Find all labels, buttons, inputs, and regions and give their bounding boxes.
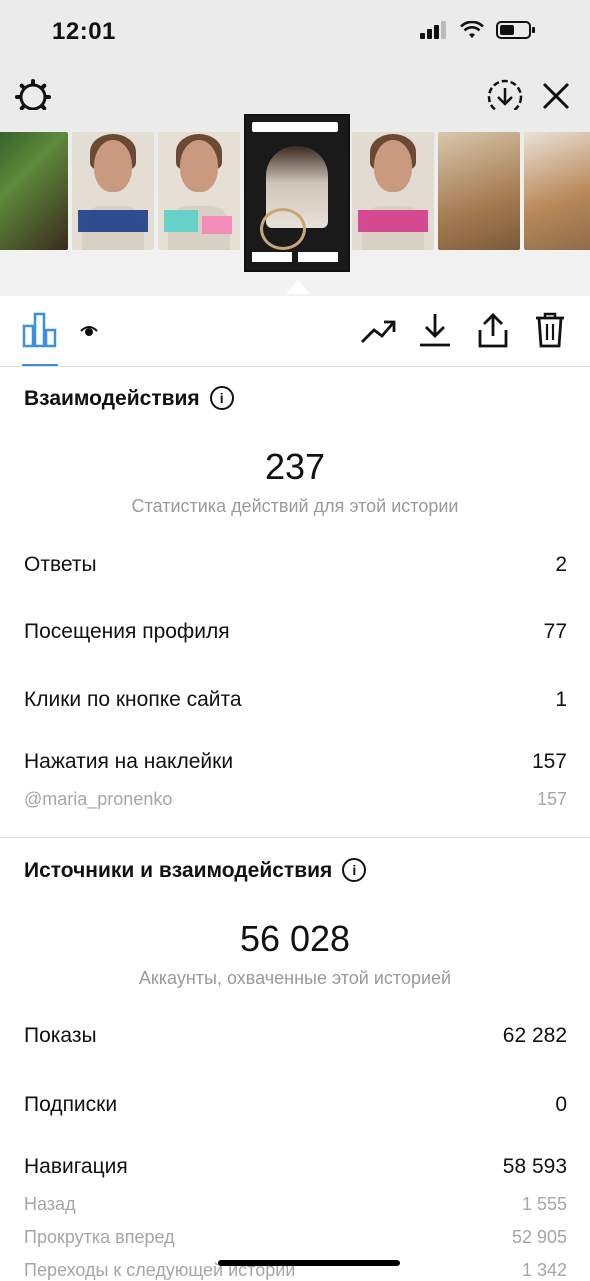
stat-label: Прокрутка вперед: [24, 1227, 175, 1247]
discovery-total: 56 028: [239, 918, 351, 959]
stat-value: 0: [555, 1093, 567, 1116]
stat-label: Подписки: [24, 1093, 118, 1116]
info-icon[interactable]: i: [342, 858, 367, 882]
status-bar: 12:01: [0, 0, 590, 66]
close-icon[interactable]: [540, 80, 572, 112]
selected-pointer: [286, 280, 310, 294]
stat-row-impressions: Показы 62 282: [24, 1024, 567, 1048]
story-thumbnail[interactable]: [0, 132, 68, 250]
stat-row-website-clicks: Клики по кнопке сайта 1: [24, 688, 567, 712]
insights-toolbar: [0, 296, 590, 367]
section-divider: [0, 837, 590, 838]
interactions-caption: Статистика действий для этой истории: [131, 496, 459, 516]
wifi-icon: [460, 21, 484, 38]
status-icons: [420, 20, 536, 40]
status-time: 12:01: [52, 18, 116, 45]
home-indicator[interactable]: [218, 1260, 400, 1266]
stat-label: Клики по кнопке сайта: [24, 688, 242, 711]
trending-icon[interactable]: [360, 316, 398, 346]
download-icon[interactable]: [418, 312, 452, 348]
stat-row-replies: Ответы 2: [24, 553, 567, 577]
eye-icon[interactable]: [80, 324, 98, 338]
stat-label: Показы: [24, 1024, 97, 1047]
selected-story-thumbnail[interactable]: [244, 114, 350, 272]
battery-icon: [496, 21, 535, 39]
stat-label: Навигация: [24, 1155, 128, 1178]
stat-subrow-forward: Прокрутка вперед 52 905: [24, 1227, 567, 1248]
stat-subrow-mention[interactable]: @maria_pronenko 157: [24, 789, 567, 810]
stat-label: Нажатия на наклейки: [24, 750, 234, 773]
active-tab-indicator: [22, 364, 58, 366]
stat-row-navigation: Навигация 58 593: [24, 1155, 567, 1179]
stat-value: 1 555: [521, 1194, 567, 1214]
bar-chart-icon[interactable]: [22, 312, 58, 348]
discovery-caption: Аккаунты, охваченные этой историей: [138, 968, 452, 988]
info-icon[interactable]: i: [209, 386, 234, 410]
interactions-total: 237: [264, 446, 326, 487]
stat-label: @maria_pronenko: [24, 789, 173, 809]
story-thumbnail[interactable]: [72, 132, 154, 250]
stat-value: 62 282: [502, 1024, 567, 1047]
stat-row-sticker-taps: Нажатия на наклейки 157: [24, 750, 567, 774]
stat-row-follows: Подписки 0: [24, 1093, 567, 1117]
stat-value: 77: [543, 620, 567, 643]
stat-label: Назад: [24, 1194, 76, 1214]
stat-value: 1 342: [521, 1260, 567, 1280]
stat-value: 157: [531, 750, 567, 773]
stat-label: Посещения профиля: [24, 620, 230, 643]
stat-value: 2: [555, 553, 567, 576]
story-thumbnail[interactable]: [524, 132, 590, 250]
stat-value: 1: [555, 688, 567, 711]
stat-value: 157: [536, 789, 567, 809]
share-icon[interactable]: [476, 312, 510, 348]
interactions-title: Взаимодействия i: [24, 386, 234, 411]
stat-label: Ответы: [24, 553, 97, 576]
trash-icon[interactable]: [534, 312, 566, 348]
discovery-title: Источники и взаимодействия i: [24, 858, 367, 883]
stat-value: 52 905: [511, 1227, 567, 1247]
story-thumbnail[interactable]: [352, 132, 434, 250]
stat-row-profile-visits: Посещения профиля 77: [24, 620, 567, 644]
stat-value: 58 593: [502, 1155, 567, 1178]
stat-subrow-back: Назад 1 555: [24, 1194, 567, 1215]
story-thumbnail[interactable]: [438, 132, 520, 250]
story-thumbnail[interactable]: [158, 132, 240, 250]
signal-icon: [420, 21, 446, 39]
